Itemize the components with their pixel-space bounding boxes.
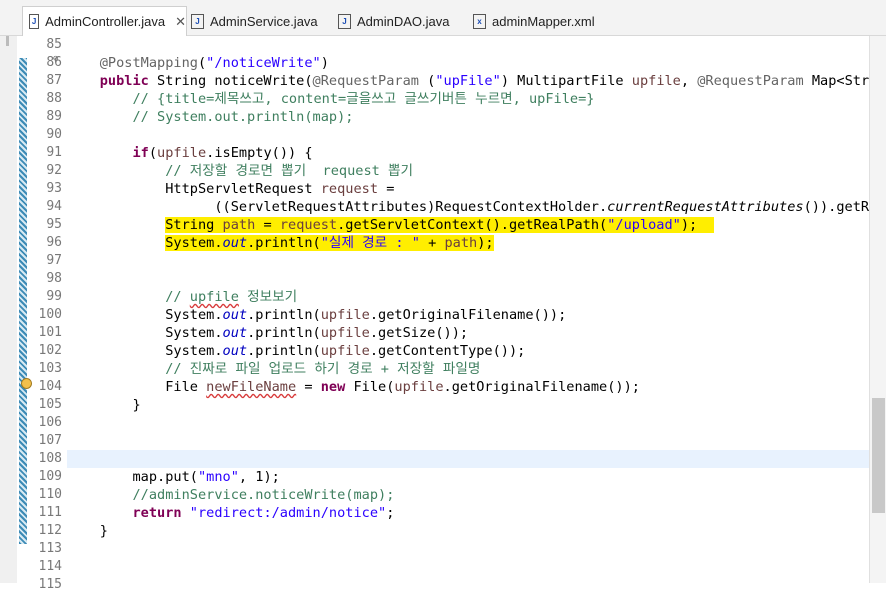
code-line: ((ServletRequestAttributes)RequestContex… <box>214 199 869 215</box>
code-line: System.out.println(upfile.getOriginalFil… <box>165 307 567 323</box>
code-line: HttpServletRequest request = <box>165 181 395 197</box>
change-ruler <box>19 58 27 544</box>
code-line: public String noticeWrite(@RequestParam … <box>99 73 869 89</box>
tab-label: AdminDAO.java <box>357 14 450 29</box>
java-file-icon: J <box>191 14 204 29</box>
code-line: File newFileName = new File(upfile.getOr… <box>165 379 640 395</box>
line-number: 90 <box>46 127 62 142</box>
line-number: 98 <box>46 271 62 286</box>
tab-admin-controller[interactable]: J AdminController.java ✕ <box>22 6 187 36</box>
line-number: 85 <box>46 37 62 52</box>
tab-label: AdminService.java <box>210 14 318 29</box>
code-editor[interactable]: @PostMapping("/noticeWrite") public Stri… <box>67 36 869 583</box>
line-number: 95 <box>46 217 62 232</box>
line-number: 100 <box>38 307 62 322</box>
line-number: 107 <box>38 433 62 448</box>
code-line: // {title=제목쓰고, content=글을쓰고 글쓰기버튼 누르면, … <box>132 91 595 107</box>
line-number-gutter: 85 86 87 88 89 90 91 92 93 94 95 96 97 9… <box>28 36 66 594</box>
line-number: 96 <box>46 235 62 250</box>
line-number: 110 <box>38 487 62 502</box>
code-line: if(upfile.isEmpty()) { <box>132 145 313 161</box>
line-number: 91 <box>46 145 62 160</box>
code-line: // 진짜로 파일 업로드 하기 경로 + 저장할 파일명 <box>165 361 481 377</box>
tab-label: AdminController.java <box>45 14 166 29</box>
highlighted-code: String path = request.getServletContext(… <box>165 217 714 233</box>
line-number: 86 <box>46 55 62 70</box>
code-line: System.out.println(upfile.getContentType… <box>165 343 526 359</box>
line-number: 87 <box>46 73 62 88</box>
code-line: // 저장할 경로면 뽑기 request 뽑기 <box>165 163 414 179</box>
line-number: 105 <box>38 397 62 412</box>
line-number: 111 <box>38 505 62 520</box>
line-number: 99 <box>46 289 62 304</box>
line-number: 94 <box>46 199 62 214</box>
line-number: 89 <box>46 109 62 124</box>
xml-file-icon: x <box>473 14 486 29</box>
code-line: map.put("mno", 1); <box>132 469 280 485</box>
code-line: // System.out.println(map); <box>132 109 354 125</box>
code-line: System.out.println("실제 경로 : " + path); <box>67 234 869 252</box>
code-line: //adminService.noticeWrite(map); <box>132 487 395 503</box>
editor-tab-bar: J AdminController.java ✕ J AdminService.… <box>0 0 886 36</box>
tab-admin-service[interactable]: J AdminService.java <box>185 8 332 35</box>
line-number: 102 <box>38 343 62 358</box>
java-file-icon: J <box>29 14 40 29</box>
line-number: 101 <box>38 325 62 340</box>
code-line: } <box>132 397 141 413</box>
line-number: 103 <box>38 361 62 376</box>
vertical-scrollbar[interactable] <box>869 36 886 583</box>
line-number: 92 <box>46 163 62 178</box>
tab-admin-mapper[interactable]: x adminMapper.xml <box>467 8 617 35</box>
line-number: 106 <box>38 415 62 430</box>
line-number: 113 <box>38 541 62 556</box>
code-line: // upfile 정보보기 <box>165 289 298 305</box>
tab-admin-dao[interactable]: J AdminDAO.java <box>332 8 467 35</box>
line-number: 115 <box>38 577 62 592</box>
line-number: 93 <box>46 181 62 196</box>
code-line: @PostMapping("/noticeWrite") <box>99 55 329 71</box>
tab-label: adminMapper.xml <box>492 14 595 29</box>
code-line: String path = request.getServletContext(… <box>67 216 869 234</box>
line-number: 109 <box>38 469 62 484</box>
code-line: } <box>99 523 108 539</box>
left-panel-edge <box>0 36 17 583</box>
highlighted-code: System.out.println("실제 경로 : " + path); <box>165 235 494 251</box>
current-line <box>67 450 869 468</box>
line-number: 112 <box>38 523 62 538</box>
scrollbar-thumb[interactable] <box>872 398 885 513</box>
line-number: 108 <box>38 451 62 466</box>
line-number: 114 <box>38 559 62 574</box>
code-line: return "redirect:/admin/notice"; <box>132 505 395 521</box>
java-file-icon: J <box>338 14 351 29</box>
line-number: 104 <box>38 379 62 394</box>
line-number: 88 <box>46 91 62 106</box>
code-line: System.out.println(upfile.getSize()); <box>165 325 469 341</box>
line-number: 97 <box>46 253 62 268</box>
